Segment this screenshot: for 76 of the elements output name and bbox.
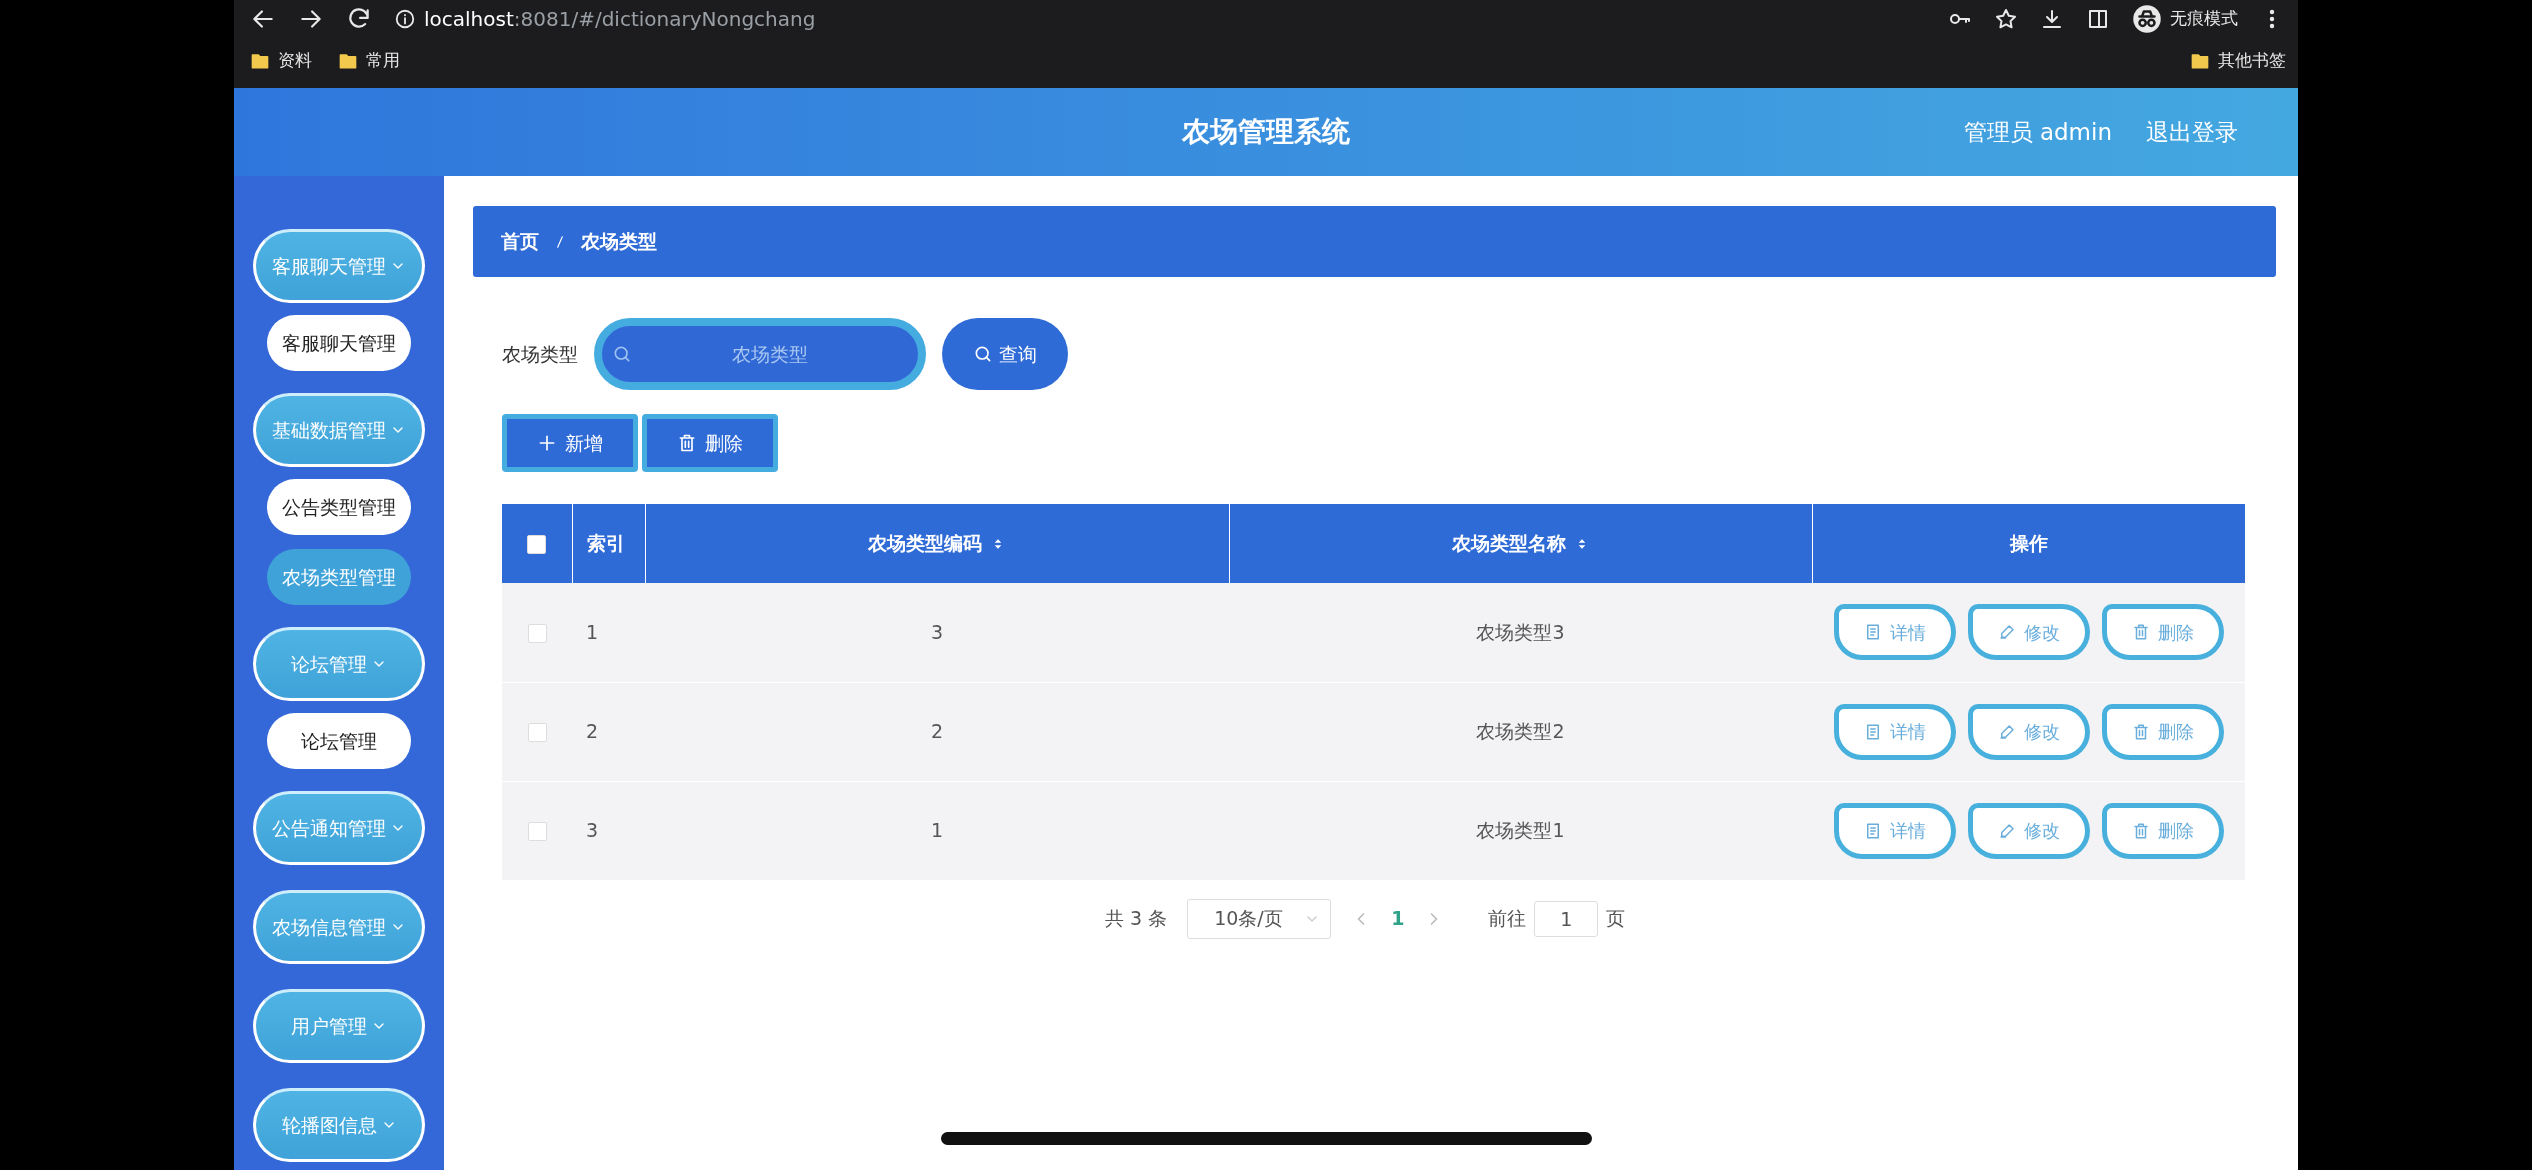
row-checkbox[interactable] (527, 822, 547, 842)
logout-link[interactable]: 退出登录 (2146, 114, 2238, 150)
download-icon[interactable] (2040, 7, 2064, 31)
page-size-select[interactable]: 10条/页 (1187, 898, 1332, 939)
page-number[interactable]: 1 (1391, 904, 1405, 933)
detail-button[interactable]: 详情 (1833, 802, 1956, 859)
trash-icon (677, 433, 697, 453)
menu-item[interactable]: 论坛管理 (267, 713, 411, 769)
menu-item[interactable]: 客服聊天管理 (267, 315, 411, 371)
app-title: 农场管理系统 (1182, 114, 1350, 150)
column-header: 操作 (2009, 531, 2048, 557)
menu-group[interactable]: 公告通知管理 (253, 791, 425, 865)
side-panel-icon[interactable] (2086, 7, 2110, 31)
trash-icon (2131, 623, 2150, 642)
table-cell: 3 (930, 621, 944, 643)
edit-button[interactable]: 修改 (1967, 604, 2090, 661)
delete-button[interactable]: 删除 (2101, 604, 2224, 661)
add-button[interactable]: 新增 (502, 414, 638, 472)
page-input[interactable]: 1 (1534, 900, 1599, 937)
row-checkbox[interactable] (527, 624, 547, 643)
column-header: 索引 (586, 531, 625, 557)
menu-group[interactable]: 论坛管理 (253, 627, 425, 701)
incognito-icon[interactable] (2132, 4, 2162, 34)
table-cell: 农场类型1 (1476, 819, 1565, 842)
star-icon[interactable] (1994, 7, 2018, 31)
breadcrumb-item: 农场类型 (581, 229, 657, 255)
page-suffix: 页 (1606, 906, 1626, 932)
info-icon[interactable] (394, 8, 416, 30)
breadcrumb-item[interactable]: 首页 (501, 227, 539, 256)
table-cell: 2 (930, 720, 944, 743)
delete-button[interactable]: 删除 (2101, 802, 2224, 859)
table-cell: 1 (930, 819, 944, 842)
total-count: 共 3 条 (1105, 906, 1168, 932)
column-header[interactable]: 农场类型名称 (1451, 529, 1566, 558)
folder-icon (338, 51, 358, 71)
menu-group[interactable]: 客服聊天管理 (253, 229, 425, 303)
user-label: 管理员 admin (1963, 117, 2112, 147)
select-all-checkbox[interactable] (527, 535, 547, 555)
plus-icon (537, 433, 557, 453)
edit-button[interactable]: 修改 (1967, 802, 2090, 859)
search-label: 农场类型 (502, 341, 578, 367)
search-button[interactable]: 查询 (942, 318, 1068, 390)
edit-button[interactable]: 修改 (1967, 703, 2090, 760)
bookmark[interactable]: 资料 (278, 48, 312, 74)
table-cell: 2 (586, 720, 599, 743)
menu-group[interactable]: 农场信息管理 (253, 890, 425, 964)
search-icon (612, 344, 632, 364)
delete-button[interactable]: 删除 (642, 414, 778, 472)
pencil-icon (1997, 623, 2016, 642)
menu-item[interactable]: 农场类型管理 (267, 549, 411, 605)
bookmark[interactable]: 其他书签 (2218, 48, 2286, 74)
trash-icon (2131, 722, 2150, 741)
detail-button[interactable]: 详情 (1833, 703, 1956, 760)
table-cell: 农场类型3 (1476, 621, 1565, 643)
menu-item[interactable]: 公告类型管理 (267, 479, 411, 535)
delete-button[interactable]: 删除 (2101, 703, 2224, 760)
address-bar[interactable]: localhost:8081/#/dictionaryNongchang (424, 4, 816, 34)
trash-icon (2131, 821, 2150, 840)
goto-label: 前往 (1488, 906, 1527, 932)
profile-label[interactable]: 无痕模式 (2170, 6, 2238, 32)
search-field[interactable]: 农场类型 (594, 318, 926, 390)
menu-group[interactable]: 轮播图信息 (253, 1088, 425, 1162)
pencil-icon (1997, 722, 2016, 741)
row-checkbox[interactable] (527, 723, 547, 743)
folder-icon (250, 51, 270, 71)
bookmark[interactable]: 常用 (366, 48, 400, 74)
search-icon (973, 344, 993, 364)
table-cell: 农场类型2 (1476, 720, 1565, 743)
menu-group[interactable]: 用户管理 (253, 989, 425, 1063)
detail-button[interactable]: 详情 (1833, 604, 1956, 661)
column-header[interactable]: 农场类型编码 (868, 529, 982, 558)
table-cell: 3 (586, 819, 599, 842)
pencil-icon (1997, 821, 2016, 840)
table-cell: 1 (586, 621, 599, 643)
folder-icon (2190, 51, 2210, 71)
menu-group[interactable]: 基础数据管理 (253, 393, 425, 467)
